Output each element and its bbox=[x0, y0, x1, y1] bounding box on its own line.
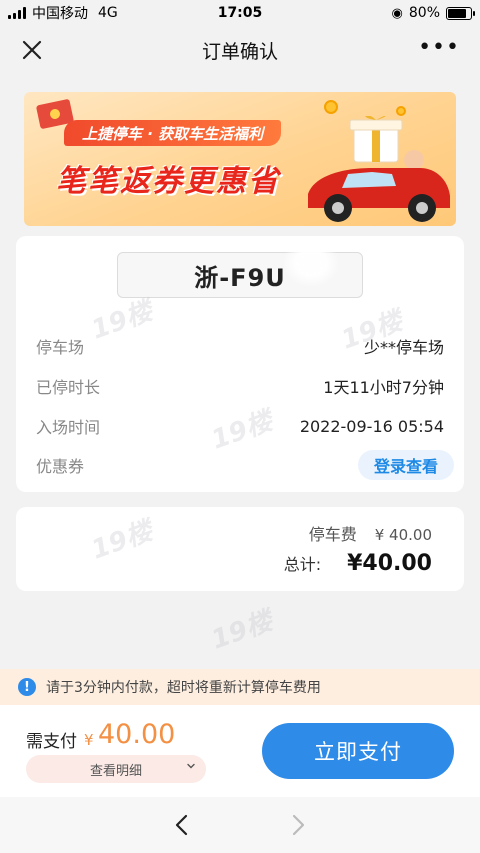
total-line: 总计: ¥40.00 bbox=[284, 551, 432, 576]
battery-percent: 80% bbox=[408, 5, 440, 21]
order-info-card: 浙-F9U 停车场 少**停车场 已停时长 1天11小时7分钟 入场时间 202… bbox=[16, 236, 464, 492]
info-row-lot: 停车场 少**停车场 bbox=[16, 326, 464, 366]
total-amount: ¥40.00 bbox=[347, 551, 432, 576]
currency-symbol: ¥ bbox=[84, 731, 94, 749]
rotation-lock-icon: ◉ bbox=[391, 5, 403, 21]
amount-due: 40.00 bbox=[98, 719, 176, 750]
timeout-notice: ! 请于3分钟内付款，超时将重新计算停车费用 bbox=[0, 669, 480, 705]
info-row-coupon: 优惠券 登录查看 bbox=[16, 445, 464, 485]
browser-toolbar bbox=[0, 797, 480, 853]
info-icon: ! bbox=[18, 678, 36, 696]
close-icon[interactable] bbox=[18, 36, 46, 64]
carrier-name: 中国移动 bbox=[32, 6, 88, 22]
row-label: 优惠券 bbox=[36, 457, 85, 476]
row-label: 已停时长 bbox=[36, 378, 101, 397]
coin-icon bbox=[396, 106, 406, 116]
total-label: 总计: bbox=[283, 555, 322, 574]
row-label: 停车场 bbox=[36, 338, 85, 357]
forward-arrow-icon[interactable] bbox=[284, 811, 312, 839]
row-value: 2022-09-16 05:54 bbox=[299, 416, 444, 436]
battery-icon bbox=[446, 6, 475, 20]
row-value: 1天11小时7分钟 bbox=[323, 378, 444, 397]
banner-headline: 笔笔返券更惠省 bbox=[56, 164, 280, 199]
back-arrow-icon[interactable] bbox=[168, 811, 196, 839]
coin-icon bbox=[324, 100, 338, 114]
parking-fee-label: 停车费 bbox=[308, 525, 357, 544]
status-bar: 中国移动 4G 17:05 ◉ 80% bbox=[0, 0, 480, 26]
payment-bar: 需支付 ¥ 40.00 查看明细 立即支付 bbox=[0, 705, 480, 797]
pay-now-button[interactable]: 立即支付 bbox=[262, 723, 454, 779]
watermark: 19楼 bbox=[207, 606, 277, 656]
banner-tagline: 上捷停车 · 获取车生活福利 bbox=[64, 120, 282, 146]
signal-icon bbox=[8, 7, 26, 19]
notice-text: 请于3分钟内付款，超时将重新计算停车费用 bbox=[46, 680, 321, 696]
info-row-duration: 已停时长 1天11小时7分钟 bbox=[16, 366, 464, 406]
row-value: 少**停车场 bbox=[363, 338, 444, 357]
parking-fee-amount: ¥ 40.00 bbox=[374, 526, 432, 544]
chevron-down-icon bbox=[187, 763, 195, 769]
fee-card: 停车费 ¥ 40.00 总计: ¥40.00 bbox=[16, 507, 464, 591]
car-gift-illustration bbox=[308, 116, 450, 222]
promo-banner[interactable]: 上捷停车 · 获取车生活福利 笔笔返券更惠省 bbox=[24, 92, 456, 226]
nav-bar: 订单确认 ••• bbox=[0, 26, 480, 74]
view-details-label: 查看明细 bbox=[89, 763, 142, 779]
network-type: 4G bbox=[98, 5, 118, 21]
more-menu-icon[interactable]: ••• bbox=[418, 37, 460, 59]
login-to-view-button[interactable]: 登录查看 bbox=[357, 450, 454, 480]
amount-due-label: 需支付 bbox=[26, 732, 77, 752]
page-title: 订单确认 bbox=[201, 40, 278, 63]
row-label: 入场时间 bbox=[36, 418, 101, 437]
view-details-button[interactable]: 查看明细 bbox=[26, 755, 206, 783]
info-row-entry-time: 入场时间 2022-09-16 05:54 bbox=[16, 406, 464, 446]
parking-fee-line: 停车费 ¥ 40.00 bbox=[309, 521, 432, 545]
plate-redaction bbox=[284, 240, 338, 286]
